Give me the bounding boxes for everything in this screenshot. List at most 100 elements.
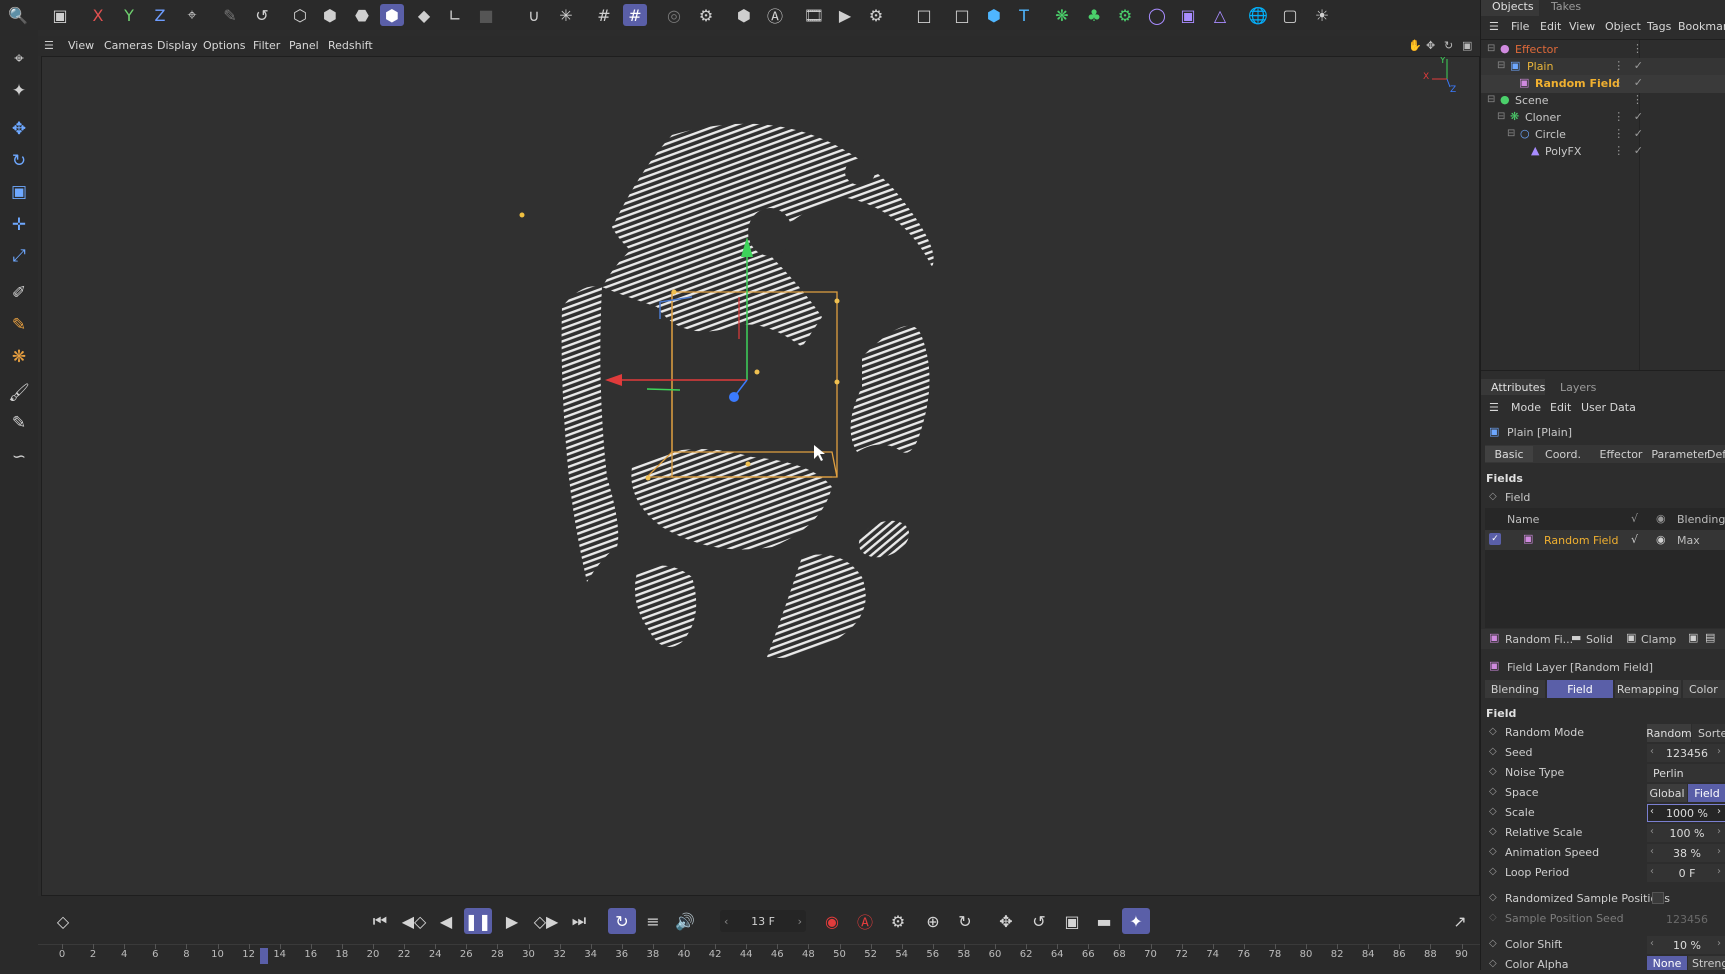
object-row-circle[interactable]: ⊟ ○ Circle ⋮ ✓ [1481, 126, 1725, 144]
key-rotation-icon[interactable]: ↻ [951, 908, 979, 934]
keyframe-diamond-icon[interactable]: ◇ [1489, 892, 1497, 903]
decrement-icon[interactable]: ‹ [1650, 866, 1654, 877]
tab-takes[interactable]: Takes [1551, 0, 1581, 16]
tab-objects[interactable]: Objects [1492, 0, 1534, 16]
objects-menu-view[interactable]: View [1569, 20, 1595, 33]
color-alpha-strength[interactable]: Strength [1688, 956, 1725, 970]
attributes-hamburger-icon[interactable]: ☰ [1489, 401, 1499, 414]
previous-frame-icon[interactable]: ◀ [432, 908, 460, 934]
keyframe-diamond-icon[interactable]: ◇ [1489, 826, 1497, 837]
key-rotate-icon[interactable]: ↺ [1025, 908, 1053, 934]
next-frame-icon[interactable]: ▶ [498, 908, 526, 934]
curve-icon[interactable]: √ [1631, 533, 1638, 546]
deformer-icon[interactable]: ◯ [1145, 4, 1169, 26]
mask-icon[interactable]: ◉ [1656, 533, 1666, 546]
objects-menu-tags[interactable]: Tags [1647, 20, 1671, 33]
menu-filter[interactable]: Filter [253, 39, 280, 52]
frame-decrement-icon[interactable]: ‹ [724, 915, 728, 928]
go-to-start-icon[interactable]: ⏮ [366, 908, 394, 934]
decrement-icon[interactable]: ‹ [1650, 746, 1654, 757]
visibility-flags-icon[interactable]: ⋮ ✓ [1613, 59, 1646, 72]
axis-x-icon[interactable]: X [86, 4, 110, 26]
keyframe-diamond-icon[interactable]: ◇ [1489, 958, 1497, 969]
fields-icon[interactable]: ♣ [1082, 4, 1106, 26]
loop-period-input[interactable]: 0 F [1647, 864, 1725, 882]
placement-icon[interactable]: ⤢ [6, 243, 32, 269]
magnet-tool-icon[interactable]: ∽ [6, 444, 32, 470]
randomized-sample-positions-checkbox[interactable] [1652, 892, 1664, 904]
key-param-icon[interactable]: ▬ [1090, 908, 1118, 934]
subtab-blending[interactable]: Blending [1485, 680, 1545, 698]
current-frame-field[interactable]: ‹ 13 F › [720, 910, 806, 932]
tab-coord[interactable]: Coord. [1537, 446, 1589, 462]
texture-mode-icon[interactable]: ◆ [412, 4, 436, 26]
soft-select-icon[interactable]: ✦ [6, 78, 32, 104]
object-row-polyfx[interactable]: ▲ PolyFX ⋮ ✓ [1481, 143, 1725, 161]
keyframe-settings-icon[interactable]: ⚙ [884, 908, 912, 934]
grid-icon[interactable]: # [592, 4, 616, 26]
layer-options-icon[interactable]: ▣ [1688, 631, 1698, 644]
edges-mode-icon[interactable]: ⬢ [318, 4, 342, 26]
cube-shade-icon[interactable]: ⬢ [732, 4, 756, 26]
move-view-icon[interactable]: ✥ [1426, 39, 1435, 52]
light-icon[interactable]: ☀ [1310, 4, 1334, 26]
clapper-icon[interactable]: ▣ [48, 4, 72, 26]
keyframe-diamond-icon[interactable]: ◇ [1489, 866, 1497, 877]
visibility-flags-icon[interactable]: ⋮ ✓ [1613, 76, 1646, 89]
axis-y-icon[interactable]: Y [117, 4, 141, 26]
keyframe-diamond-icon[interactable]: ◇ [49, 908, 77, 934]
increment-icon[interactable]: › [1717, 846, 1721, 857]
menu-display[interactable]: Display [157, 39, 198, 52]
space-field[interactable]: Field [1688, 784, 1725, 802]
keyframe-diamond-icon[interactable]: ◇ [1489, 786, 1497, 797]
workplane-icon[interactable]: # [623, 4, 647, 26]
spline-pen-tool-icon[interactable]: ✐ [6, 280, 32, 306]
visibility-flags-icon[interactable]: ⋮ ✓ [1613, 144, 1646, 157]
menu-redshift[interactable]: Redshift [328, 39, 373, 52]
object-row-scene[interactable]: ⊟ ● Scene ⋮ [1481, 92, 1725, 110]
objects-menu-object[interactable]: Object [1605, 20, 1641, 33]
snap-settings-icon[interactable]: ✳ [554, 4, 578, 26]
color-alpha-none[interactable]: None [1647, 956, 1687, 970]
attributes-menu-edit[interactable]: Edit [1550, 401, 1571, 414]
collapse-icon[interactable]: ⊟ [1487, 94, 1495, 105]
object-row-random-field[interactable]: ▣ Random Field ⋮ ✓ [1481, 75, 1725, 93]
rotate-icon[interactable]: ↻ [6, 148, 32, 174]
keyframe-diamond-icon[interactable]: ◇ [1489, 806, 1497, 817]
visibility-flags-icon[interactable]: ⋮ [1632, 42, 1646, 55]
text-tool-icon[interactable]: Ⓐ [763, 4, 787, 26]
subtab-color[interactable]: Color [1683, 680, 1725, 698]
axis-mode-icon[interactable]: ∟ [443, 4, 467, 26]
attributes-menu-user-data[interactable]: User Data [1581, 401, 1636, 414]
keyframe-diamond-icon[interactable]: ◇ [1489, 766, 1497, 777]
tab-attributes[interactable]: Attributes [1491, 381, 1545, 397]
maximize-view-icon[interactable]: ▣ [1462, 39, 1472, 52]
autokey-icon[interactable]: Ⓐ [851, 908, 879, 934]
objects-menu-file[interactable]: File [1511, 20, 1529, 33]
random-mode-random[interactable]: Random [1646, 724, 1692, 742]
tab-effector[interactable]: Effector [1591, 446, 1651, 462]
field-list[interactable] [1485, 508, 1725, 628]
decrement-icon[interactable]: ‹ [1650, 846, 1654, 857]
rotate-view-icon[interactable]: ↻ [1444, 39, 1453, 52]
object-row-cloner[interactable]: ⊟ ❋ Cloner ⋮ ✓ [1481, 109, 1725, 127]
tab-basic[interactable]: Basic [1485, 446, 1533, 462]
go-to-end-icon[interactable]: ⏭ [565, 908, 593, 934]
key-move-icon[interactable]: ✥ [992, 908, 1020, 934]
knife-icon[interactable]: ✎ [6, 410, 32, 436]
keyframe-diamond-icon[interactable]: ◇ [1489, 938, 1497, 949]
timeline-graph-icon[interactable]: ↗ [1446, 908, 1474, 934]
animation-speed-input[interactable]: 38 % [1647, 844, 1725, 862]
visibility-flags-icon[interactable]: ⋮ [1632, 93, 1646, 106]
menu-cameras[interactable]: Cameras [104, 39, 153, 52]
visibility-flags-icon[interactable]: ⋮ ✓ [1613, 127, 1646, 140]
layer-bar-clamp[interactable]: Clamp [1641, 633, 1676, 646]
search-icon[interactable]: 🔍 [6, 4, 30, 26]
subtab-remapping[interactable]: Remapping [1615, 680, 1681, 698]
increment-icon[interactable]: › [1717, 806, 1721, 817]
3d-viewport[interactable]: Y X Z [41, 56, 1480, 896]
seed-input[interactable]: 123456 [1647, 744, 1725, 762]
key-position-icon[interactable]: ⊕ [919, 908, 947, 934]
paint-brush-icon[interactable]: 🖌 [6, 380, 32, 406]
magnet-icon[interactable]: ∪ [522, 4, 546, 26]
